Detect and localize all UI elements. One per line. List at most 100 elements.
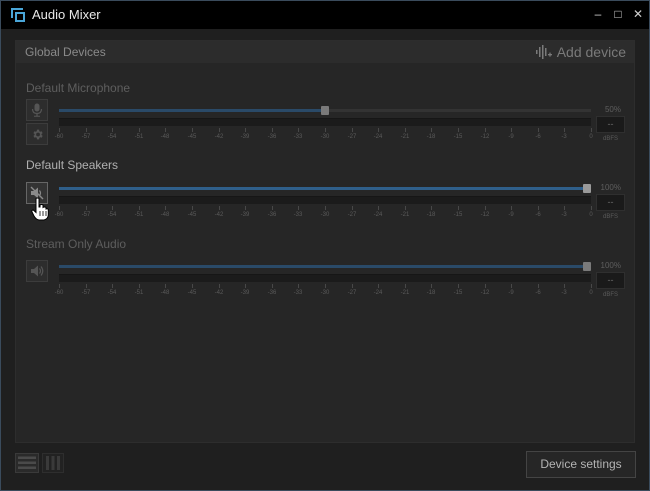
title-bar[interactable]: Audio Mixer – □ ✕ bbox=[1, 1, 649, 29]
volume-slider-thumb[interactable] bbox=[583, 262, 591, 271]
meter-tick bbox=[219, 128, 220, 132]
meter-tick bbox=[325, 206, 326, 210]
meter-tick bbox=[591, 284, 592, 288]
gear-icon bbox=[32, 129, 43, 139]
volume-slider-fill bbox=[59, 265, 591, 268]
meter-tick bbox=[192, 206, 193, 210]
volume-slider-thumb[interactable] bbox=[583, 184, 591, 193]
meter-tick bbox=[591, 206, 592, 210]
meter-tick bbox=[112, 128, 113, 132]
meter-tick bbox=[485, 128, 486, 132]
minimize-button[interactable]: – bbox=[589, 5, 607, 23]
add-device-label: Add device bbox=[556, 44, 626, 60]
volume-percent: 100% bbox=[600, 261, 621, 270]
meter-tick bbox=[458, 206, 459, 210]
meter-scale: -60 -57 -54 -51 -48 -45 -42 -39 -36 -33 -30 -27 -24-… bbox=[55, 206, 593, 218]
meter-tick bbox=[245, 128, 246, 132]
volume-percent: 100% bbox=[600, 183, 621, 192]
meter-tick-label: -51 bbox=[134, 212, 144, 218]
meter-tick bbox=[538, 284, 539, 288]
meter-tick-label: -3 bbox=[561, 212, 567, 218]
meter-scale: -60 -57 -54 -51 -48 -45 -42 -39 -36 -33 -30 -27 -24-… bbox=[55, 284, 593, 296]
speaker-icon bbox=[31, 265, 44, 277]
meter-tick-label: -57 bbox=[81, 212, 91, 218]
hand-pointer-cursor-icon bbox=[31, 197, 49, 221]
meter-tick bbox=[325, 128, 326, 132]
meter-tick-label: -24 bbox=[373, 134, 383, 140]
volume-slider[interactable] bbox=[59, 184, 591, 193]
close-button[interactable]: ✕ bbox=[629, 5, 647, 23]
meter-tick-label: -45 bbox=[187, 290, 197, 296]
meter-tick-label: -27 bbox=[347, 134, 357, 140]
meter-tick-label: -9 bbox=[508, 212, 514, 218]
meter-tick bbox=[538, 206, 539, 210]
meter-tick bbox=[352, 284, 353, 288]
meter-tick-label: -15 bbox=[453, 212, 463, 218]
meter-tick bbox=[272, 128, 273, 132]
level-meter bbox=[59, 196, 591, 204]
volume-slider[interactable] bbox=[59, 262, 591, 271]
meter-tick-label: -48 bbox=[160, 212, 170, 218]
horizontal-layout-icon[interactable] bbox=[15, 453, 39, 473]
mute-button[interactable] bbox=[26, 99, 48, 121]
audio-mixer-window: Audio Mixer – □ ✕ Global Devices Add dev… bbox=[0, 0, 650, 491]
meter-tick-label: -12 bbox=[480, 290, 490, 296]
meter-tick-label: -57 bbox=[81, 134, 91, 140]
meter-tick-label: -39 bbox=[240, 290, 250, 296]
meter-tick bbox=[192, 128, 193, 132]
meter-tick bbox=[564, 128, 565, 132]
meter-tick-label: -21 bbox=[400, 212, 410, 218]
vertical-layout-icon[interactable] bbox=[42, 453, 64, 473]
maximize-button[interactable]: □ bbox=[609, 5, 627, 23]
meter-tick-label: -48 bbox=[160, 290, 170, 296]
level-value-box[interactable]: -- bbox=[596, 194, 625, 211]
meter-tick-label: -60 bbox=[54, 134, 64, 140]
meter-tick bbox=[298, 284, 299, 288]
meter-tick-label: -33 bbox=[293, 290, 303, 296]
meter-tick bbox=[405, 128, 406, 132]
meter-tick-label: -36 bbox=[267, 134, 277, 140]
meter-tick bbox=[139, 128, 140, 132]
meter-tick bbox=[564, 206, 565, 210]
level-value-box[interactable]: -- bbox=[596, 272, 625, 289]
meter-tick-label: -42 bbox=[214, 134, 224, 140]
meter-tick-label: -60 bbox=[54, 290, 64, 296]
meter-tick bbox=[511, 284, 512, 288]
meter-tick bbox=[352, 206, 353, 210]
meter-tick bbox=[485, 284, 486, 288]
meter-tick-label: -33 bbox=[293, 134, 303, 140]
meter-tick bbox=[431, 128, 432, 132]
meter-tick bbox=[405, 206, 406, 210]
level-value-box[interactable]: -- bbox=[596, 116, 625, 133]
volume-slider-fill bbox=[59, 109, 325, 112]
meter-tick-label: -30 bbox=[320, 134, 330, 140]
meter-tick-label: -45 bbox=[187, 212, 197, 218]
meter-tick-label: -21 bbox=[400, 134, 410, 140]
mute-button[interactable] bbox=[26, 260, 48, 282]
meter-tick bbox=[458, 284, 459, 288]
volume-slider-thumb[interactable] bbox=[321, 106, 329, 115]
meter-tick bbox=[192, 284, 193, 288]
volume-slider[interactable] bbox=[59, 106, 591, 115]
meter-tick-label: -39 bbox=[240, 134, 250, 140]
meter-tick bbox=[245, 206, 246, 210]
meter-tick-label: -51 bbox=[134, 290, 144, 296]
meter-tick bbox=[431, 206, 432, 210]
meter-tick-label: -27 bbox=[347, 290, 357, 296]
meter-tick bbox=[165, 284, 166, 288]
meter-tick-label: -6 bbox=[535, 134, 541, 140]
meter-tick-label: -36 bbox=[267, 212, 277, 218]
meter-tick-label: -54 bbox=[107, 212, 117, 218]
meter-tick bbox=[564, 284, 565, 288]
device-settings-gear-button[interactable] bbox=[26, 123, 48, 145]
device-name: Stream Only Audio bbox=[26, 237, 127, 251]
meter-tick-label: -54 bbox=[107, 134, 117, 140]
add-device-button[interactable]: Add device bbox=[535, 42, 626, 62]
meter-tick bbox=[219, 284, 220, 288]
microphone-icon bbox=[31, 103, 43, 117]
device-settings-button[interactable]: Device settings bbox=[526, 451, 636, 478]
meter-tick bbox=[112, 206, 113, 210]
meter-tick bbox=[378, 284, 379, 288]
volume-slider-fill bbox=[59, 187, 591, 190]
meter-tick-label: -9 bbox=[508, 290, 514, 296]
